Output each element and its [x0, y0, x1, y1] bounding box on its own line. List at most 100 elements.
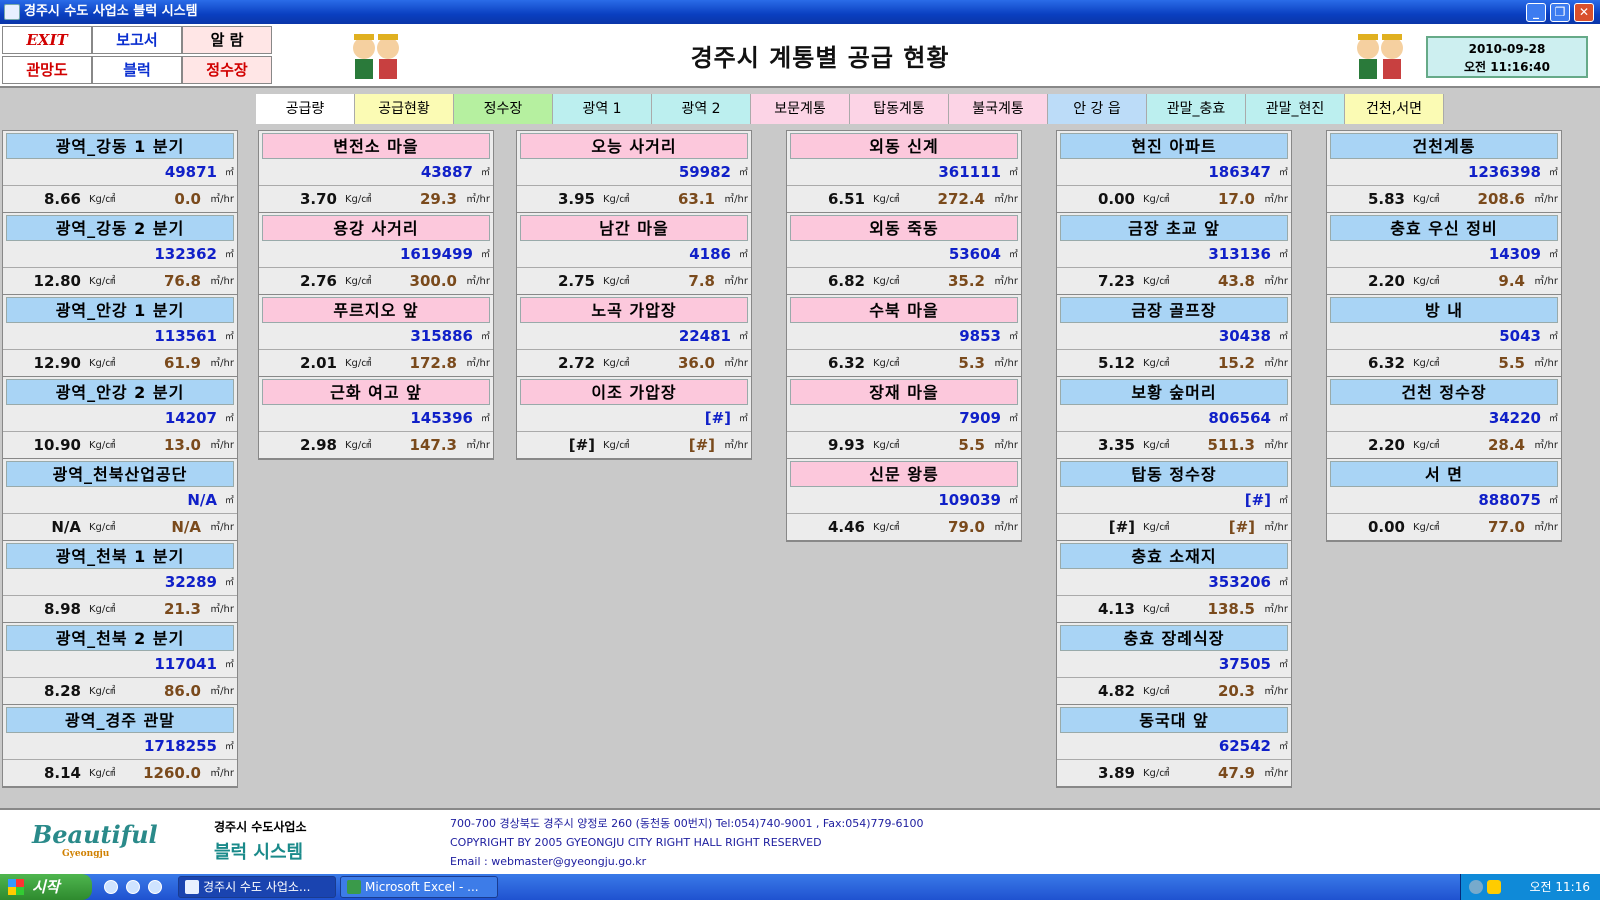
logo-text: Beautiful [32, 820, 158, 849]
tab-3[interactable]: 광역 1 [553, 94, 652, 124]
total-flow-row: 43887 ㎥ [259, 159, 493, 186]
station-name[interactable]: 금장 초교 앞 [1060, 215, 1288, 241]
report-button[interactable]: 보고서 [92, 26, 182, 54]
station-name[interactable]: 서 면 [1330, 461, 1558, 487]
tab-7[interactable]: 불국계통 [949, 94, 1048, 124]
station-name[interactable]: 건천계통 [1330, 133, 1558, 159]
station-name[interactable]: 충효 장례식장 [1060, 625, 1288, 651]
media-player-icon[interactable] [148, 880, 162, 894]
total-flow-unit: ㎥ [224, 250, 234, 260]
station-card: 신문 왕릉 109039 ㎥ 4.46 Kg/㎠ 79.0 ㎥/hr [787, 461, 1021, 541]
station-card: 충효 소재지 353206 ㎥ 4.13 Kg/㎠ 138.5 ㎥/hr [1057, 543, 1291, 623]
station-name[interactable]: 광역_천북산업공단 [6, 461, 234, 487]
flow-rate-value: 5.3 [958, 354, 985, 372]
plant-button[interactable]: 정수장 [182, 56, 272, 84]
restore-button[interactable]: ❐ [1550, 3, 1570, 22]
station-name[interactable]: 방 내 [1330, 297, 1558, 323]
ie-icon[interactable] [126, 880, 140, 894]
total-flow-value: 49871 [164, 163, 217, 181]
flow-rate-value: 172.8 [409, 354, 457, 372]
pressure-flow-row: 2.20 Kg/㎠ 9.4 ㎥/hr [1327, 268, 1561, 295]
pressure-unit: Kg/㎠ [1143, 604, 1170, 615]
pressure-value: 8.98 [43, 600, 81, 618]
tab-9[interactable]: 관말_충효 [1147, 94, 1246, 124]
tab-8[interactable]: 안 강 읍 [1048, 94, 1147, 124]
pressure-unit: Kg/㎠ [89, 358, 116, 369]
pressure-value: [#] [568, 436, 595, 454]
station-name[interactable]: 근화 여고 앞 [262, 379, 490, 405]
flow-rate-unit: ㎥/hr [994, 358, 1018, 369]
station-name[interactable]: 수북 마을 [790, 297, 1018, 323]
station-name[interactable]: 장재 마을 [790, 379, 1018, 405]
security-shield-icon[interactable] [1487, 880, 1501, 894]
station-name[interactable]: 용강 사거리 [262, 215, 490, 241]
total-flow-row: 315886 ㎥ [259, 323, 493, 350]
flow-rate-value: 47.9 [1217, 764, 1255, 782]
pressure-value: 4.46 [827, 518, 865, 536]
app-header: EXIT 보고서 알 람 관망도 블럭 정수장 경주시 계통별 공급 현황 20… [0, 24, 1600, 88]
flow-rate-unit: ㎥/hr [210, 768, 234, 779]
total-flow-value: 113561 [154, 327, 217, 345]
station-name[interactable]: 남간 마을 [520, 215, 748, 241]
start-button[interactable]: 시작 [0, 874, 92, 900]
flow-rate-value: 511.3 [1207, 436, 1255, 454]
station-name[interactable]: 변전소 마을 [262, 133, 490, 159]
tab-2[interactable]: 정수장 [454, 94, 553, 124]
station-name[interactable]: 광역_강동 1 분기 [6, 133, 234, 159]
tab-11[interactable]: 건천,서면 [1345, 94, 1444, 124]
desktop-icon[interactable] [104, 880, 118, 894]
station-name[interactable]: 건천 정수장 [1330, 379, 1558, 405]
station-name[interactable]: 동국대 앞 [1060, 707, 1288, 733]
total-flow-row: 59982 ㎥ [517, 159, 751, 186]
minimize-button[interactable]: _ [1526, 3, 1546, 22]
page-title: 경주시 계통별 공급 현황 [690, 44, 950, 72]
station-name[interactable]: 광역_안강 2 분기 [6, 379, 234, 405]
tab-4[interactable]: 광역 2 [652, 94, 751, 124]
pressure-unit: Kg/㎠ [89, 276, 116, 287]
tab-5[interactable]: 보문계통 [751, 94, 850, 124]
station-name[interactable]: 현진 아파트 [1060, 133, 1288, 159]
pressure-value: 0.00 [1367, 518, 1405, 536]
station-card: 변전소 마을 43887 ㎥ 3.70 Kg/㎠ 29.3 ㎥/hr [259, 133, 493, 213]
tab-1[interactable]: 공급현황 [355, 94, 454, 124]
station-name[interactable]: 광역_천북 1 분기 [6, 543, 234, 569]
total-flow-value: 1236398 [1467, 163, 1541, 181]
network-icon[interactable] [1469, 880, 1483, 894]
tab-6[interactable]: 탑동계통 [850, 94, 949, 124]
task-button-excel[interactable]: Microsoft Excel - ... [340, 876, 498, 898]
tab-0[interactable]: 공급량 [256, 94, 355, 124]
station-name[interactable]: 푸르지오 앞 [262, 297, 490, 323]
station-name[interactable]: 외동 죽동 [790, 215, 1018, 241]
station-name[interactable]: 이조 가압장 [520, 379, 748, 405]
close-button[interactable]: ✕ [1574, 3, 1594, 22]
station-name[interactable]: 노곡 가압장 [520, 297, 748, 323]
station-name[interactable]: 광역_강동 2 분기 [6, 215, 234, 241]
station-name[interactable]: 충효 우신 정비 [1330, 215, 1558, 241]
tab-10[interactable]: 관말_현진 [1246, 94, 1345, 124]
pressure-unit: Kg/㎠ [1143, 194, 1170, 205]
station-name[interactable]: 광역_경주 관말 [6, 707, 234, 733]
total-flow-unit: ㎥ [1008, 332, 1018, 342]
alarm-button[interactable]: 알 람 [182, 26, 272, 54]
address-text: 700-700 경상북도 경주시 양정로 260 (동천동 00번지) Tel:… [450, 817, 924, 830]
station-name[interactable]: 광역_안강 1 분기 [6, 297, 234, 323]
station-name[interactable]: 보황 숲머리 [1060, 379, 1288, 405]
total-flow-unit: ㎥ [1278, 660, 1288, 670]
pipe-map-button[interactable]: 관망도 [2, 56, 92, 84]
exit-button[interactable]: EXIT [2, 26, 92, 54]
task-button-app[interactable]: 경주시 수도 사업소... [178, 876, 336, 898]
station-name[interactable]: 신문 왕릉 [790, 461, 1018, 487]
pressure-flow-row: 8.14 Kg/㎠ 1260.0 ㎥/hr [3, 760, 237, 787]
pressure-unit: Kg/㎠ [603, 358, 630, 369]
pressure-flow-row: 3.89 Kg/㎠ 47.9 ㎥/hr [1057, 760, 1291, 787]
pressure-unit: Kg/㎠ [89, 194, 116, 205]
station-name[interactable]: 외동 신계 [790, 133, 1018, 159]
station-name[interactable]: 광역_천북 2 분기 [6, 625, 234, 651]
pressure-value: 12.90 [33, 354, 81, 372]
station-name[interactable]: 금장 골프장 [1060, 297, 1288, 323]
station-name[interactable]: 탑동 정수장 [1060, 461, 1288, 487]
station-name[interactable]: 충효 소재지 [1060, 543, 1288, 569]
total-flow-unit: ㎥ [224, 168, 234, 178]
block-button[interactable]: 블럭 [92, 56, 182, 84]
station-name[interactable]: 오능 사거리 [520, 133, 748, 159]
